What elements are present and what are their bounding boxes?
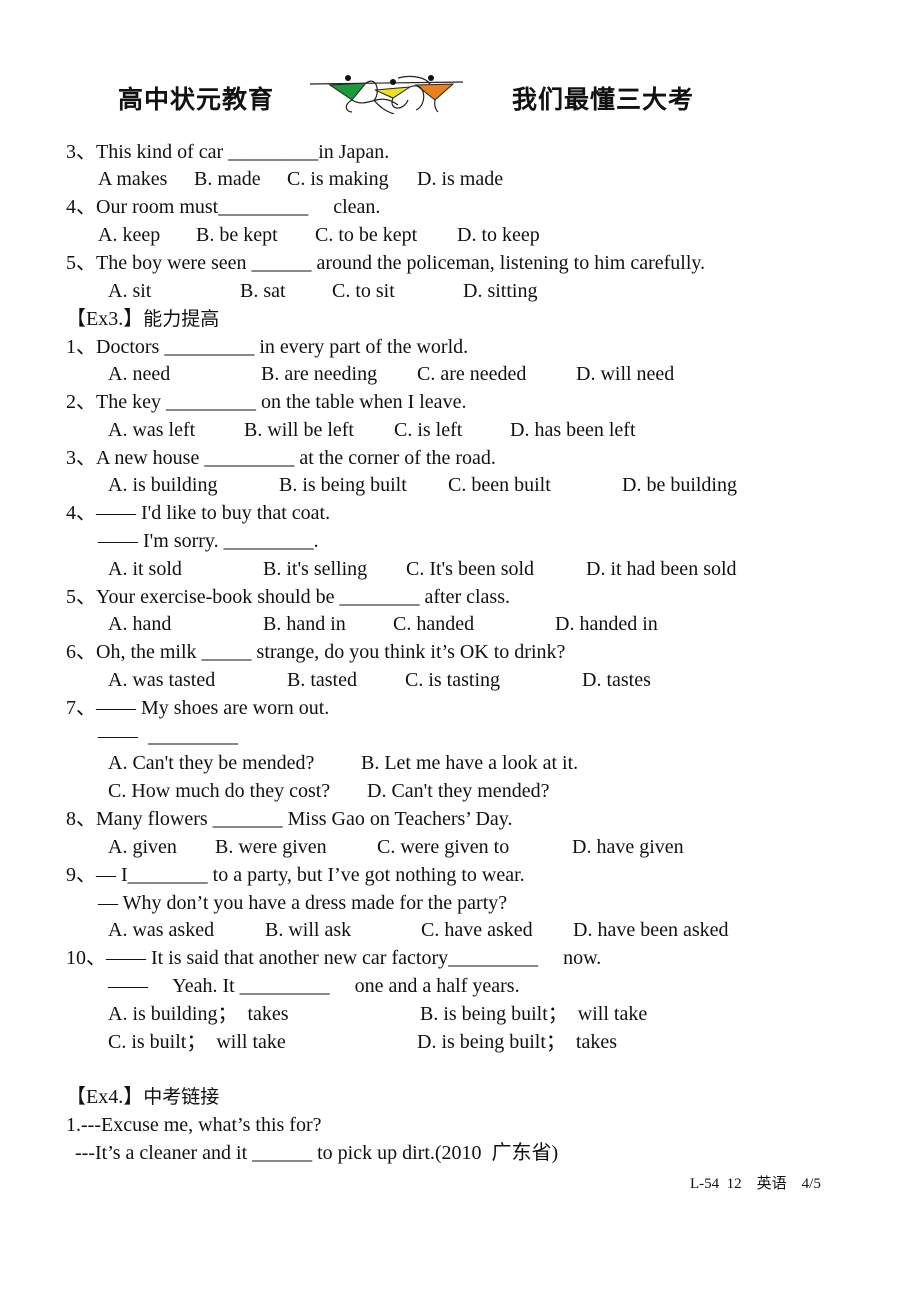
q4-option-d: D. to keep — [457, 224, 540, 246]
ex3-q10-text: 10、—— It is said that another new car fa… — [66, 947, 602, 969]
q5-option-c: C. to sit — [332, 280, 395, 302]
ex3-q1-option-c: C. are needed — [417, 363, 527, 385]
q3-option-a: A makes — [98, 168, 168, 190]
ex3-q2-option-a: A. was left — [108, 419, 196, 441]
ex3-q9-text: 9、— I________ to a party, but I’ve got n… — [66, 864, 525, 886]
q5-option-d: D. sitting — [463, 280, 538, 302]
ex3-q7-option-a: A. Can't they be mended? — [108, 752, 315, 774]
question-4-text: 4、Our room must_________ clean. — [66, 196, 381, 218]
ex3-q9-reply: — Why don’t you have a dress made for th… — [98, 892, 508, 914]
ex3-q6-option-b: B. tasted — [287, 669, 357, 691]
ex3-q2-option-d: D. has been left — [510, 419, 636, 441]
ex3-q4-option-d: D. it had been sold — [586, 558, 737, 580]
ex3-q8-text: 8、Many flowers _______ Miss Gao on Teach… — [66, 808, 513, 830]
ex3-q4-option-b: B. it's selling — [263, 558, 368, 580]
ex3-q5-text: 5、Your exercise-book should be ________ … — [66, 586, 510, 608]
ex3-q8-option-c: C. were given to — [377, 836, 510, 858]
ex3-q4-option-a: A. it sold — [108, 558, 182, 580]
ex4-q1-line2: ---It’s a cleaner and it ______ to pick … — [70, 1142, 559, 1164]
ex3-q4-option-c: C. It's been sold — [406, 558, 535, 580]
ex4-q1-line1: 1.---Excuse me, what’s this for? — [66, 1114, 322, 1136]
ex3-q5-option-a: A. hand — [108, 613, 172, 635]
ex3-q9-option-b: B. will ask — [265, 919, 352, 941]
q3-option-c: C. is making — [287, 168, 389, 190]
ex3-q6-option-d: D. tastes — [582, 669, 651, 691]
logo-orange-flag — [414, 83, 455, 101]
ex3-q5-option-d: D. handed in — [555, 613, 658, 635]
ex3-q4-reply: —— I'm sorry. _________. — [98, 530, 319, 552]
logo-yellow-flag — [374, 86, 411, 99]
ex3-q5-option-c: C. handed — [393, 613, 475, 635]
ex3-q7-option-b: B. Let me have a look at it. — [361, 752, 579, 774]
ex3-q8-option-d: D. have given — [572, 836, 684, 858]
ex3-q10-reply: —— Yeah. It _________ one and a half yea… — [108, 975, 520, 997]
ex3-q8-option-a: A. given — [108, 836, 177, 858]
question-3-text: 3、This kind of car _________in Japan. — [66, 141, 390, 163]
page-footer: L-54 12 英语 4/5 — [690, 1176, 821, 1192]
header-right-title: 我们最懂三大考 — [512, 85, 695, 114]
ex3-q7-option-c: C. How much do they cost? — [108, 780, 331, 802]
ex3-q2-text: 2、The key _________ on the table when I … — [66, 391, 467, 413]
ex3-q3-option-b: B. is being built — [279, 474, 407, 496]
ex3-q1-text: 1、Doctors _________ in every part of the… — [66, 336, 469, 358]
ex3-q1-option-b: B. are needing — [261, 363, 378, 385]
ex3-q9-option-d: D. have been asked — [573, 919, 729, 941]
three-figures-logo-icon — [309, 75, 464, 114]
q4-option-a: A. keep — [98, 224, 161, 246]
ex3-q10-option-c: C. is built； will take — [108, 1031, 286, 1053]
ex3-q1-option-d: D. will need — [576, 363, 675, 385]
ex3-q3-option-d: D. be building — [622, 474, 737, 496]
q5-option-a: A. sit — [108, 280, 152, 302]
ex3-q10-option-b: B. is being built； will take — [420, 1003, 648, 1025]
logo-green-flag — [328, 82, 368, 101]
ex3-q9-option-c: C. have asked — [421, 919, 533, 941]
ex3-q4-text: 4、—— I'd like to buy that coat. — [66, 502, 331, 524]
ex3-q1-option-a: A. need — [108, 363, 171, 385]
header-left-title: 高中状元教育 — [118, 85, 275, 114]
question-5-text: 5、The boy were seen ______ around the po… — [66, 252, 706, 274]
ex3-q10-option-a: A. is building； takes — [108, 1003, 289, 1025]
ex3-q3-text: 3、A new house _________ at the corner of… — [66, 447, 496, 469]
q4-option-b: B. be kept — [196, 224, 278, 246]
ex3-q7-reply: —— _________ — [98, 725, 238, 747]
q3-option-d: D. is made — [417, 168, 504, 190]
ex3-q8-option-b: B. were given — [215, 836, 327, 858]
ex4-section-title: 【Ex4.】中考链接 — [66, 1086, 220, 1108]
ex3-q2-option-c: C. is left — [394, 419, 463, 441]
ex3-q6-option-c: C. is tasting — [405, 669, 501, 691]
ex3-q5-option-b: B. hand in — [263, 613, 346, 635]
q5-option-b: B. sat — [240, 280, 286, 302]
ex3-q9-option-a: A. was asked — [108, 919, 215, 941]
q3-option-b: B. made — [194, 168, 261, 190]
ex3-section-title: 【Ex3.】能力提高 — [66, 308, 220, 330]
ex3-q6-option-a: A. was tasted — [108, 669, 216, 691]
ex3-q3-option-a: A. is building — [108, 474, 218, 496]
ex3-q3-option-c: C. been built — [448, 474, 551, 496]
q4-option-c: C. to be kept — [315, 224, 418, 246]
ex3-q7-option-d: D. Can't they mended? — [367, 780, 550, 802]
ex3-q2-option-b: B. will be left — [244, 419, 354, 441]
ex3-q10-option-d: D. is being built； takes — [417, 1031, 617, 1053]
ex3-q7-text: 7、—— My shoes are worn out. — [66, 697, 330, 719]
ex3-q6-text: 6、Oh, the milk _____ strange, do you thi… — [66, 641, 566, 663]
